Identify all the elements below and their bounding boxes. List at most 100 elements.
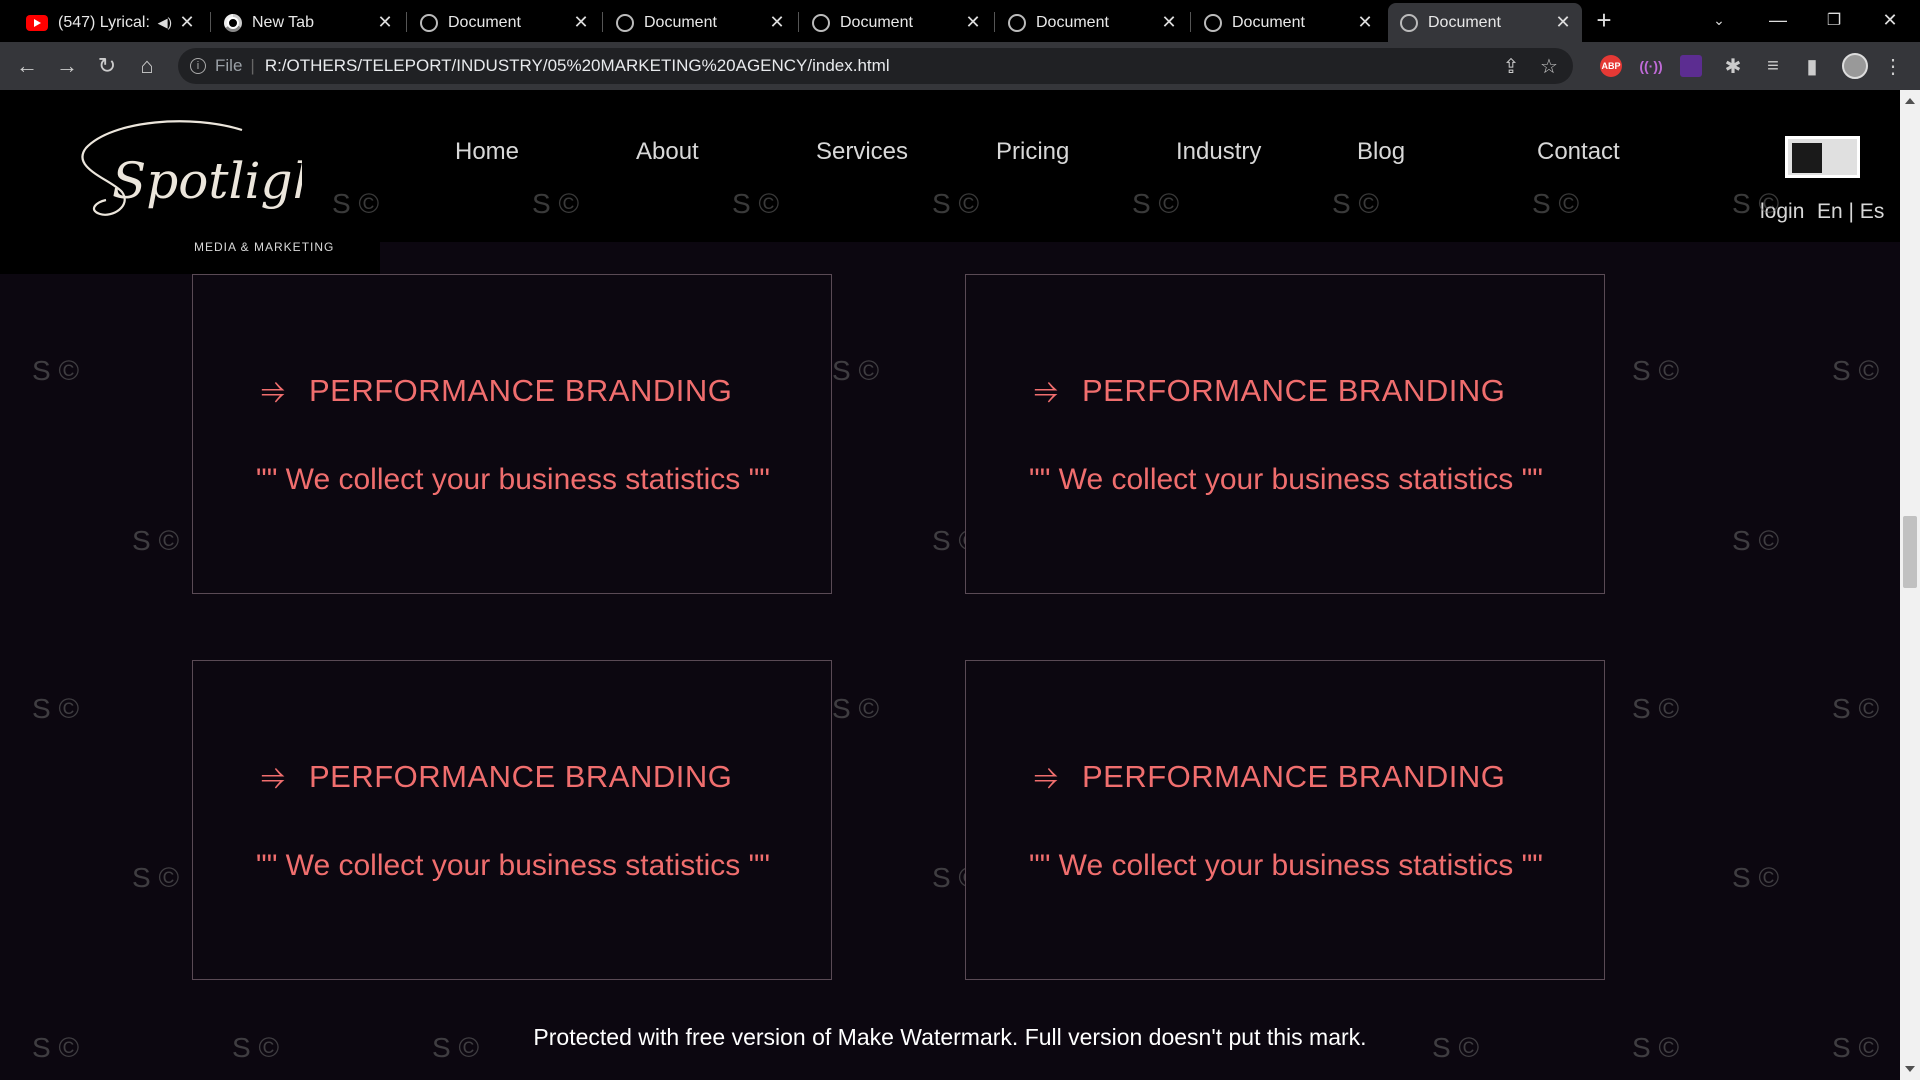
close-window-button[interactable]: ✕ [1862,0,1918,40]
tab-title: New Tab [252,13,314,31]
watermark-mark: S © [1132,188,1180,219]
logo[interactable]: Spotlight MEDIA & MARKETING [0,90,380,274]
theme-toggle[interactable] [1785,136,1860,178]
nav-home[interactable]: Home [455,138,519,166]
watermark-mark: S © [1832,693,1880,724]
globe-icon [616,13,634,32]
service-card: ⥤ PERFORMANCE BRANDING "" We collect you… [965,274,1605,594]
tab-separator [1190,12,1191,32]
chrome-icon [224,13,242,32]
scroll-down-arrow-icon[interactable] [1905,1066,1915,1072]
close-icon[interactable]: ✕ [768,12,786,33]
language-switcher[interactable]: En | Es [1817,200,1884,224]
watermark-mark: S © [1532,188,1580,219]
close-icon[interactable]: ✕ [1160,12,1178,33]
watermark-mark: S © [832,693,880,724]
site-header: Spotlight MEDIA & MARKETING Home About S… [0,90,1900,274]
card-title-row: ⥤ PERFORMANCE BRANDING [1034,373,1505,409]
nav-about[interactable]: About [636,138,699,166]
browser-toolbar: ← → ↻ ⌂ i File | R:/OTHERS/TELEPORT/INDU… [0,42,1920,90]
watermark-mark: S © [1832,355,1880,386]
watermark-mark: S © [32,355,80,386]
tab-document[interactable]: Document ✕ [800,3,992,42]
url-text[interactable]: R:/OTHERS/TELEPORT/INDUSTRY/05%20MARKETI… [265,56,890,76]
scroll-up-arrow-icon[interactable] [1905,98,1915,104]
nav-pricing[interactable]: Pricing [996,138,1069,166]
share-icon[interactable]: ⇪ [1496,50,1526,82]
forward-arrow-icon[interactable]: → [51,50,83,82]
tab-youtube[interactable]: (547) Lyrical: T ◀︎) ✕ [14,3,206,42]
watermark-mark: S © [532,188,580,219]
address-bar[interactable]: i File | R:/OTHERS/TELEPORT/INDUSTRY/05%… [178,48,1573,84]
adblock-plus-icon[interactable]: ABP [1600,55,1622,77]
card-title-row: ⥤ PERFORMANCE BRANDING [261,373,732,409]
page-scrollbar[interactable] [1900,90,1920,1080]
globe-icon [1204,13,1222,32]
tab-document[interactable]: Document ✕ [408,3,600,42]
reload-icon[interactable]: ↻ [91,50,123,82]
tab-separator [602,12,603,32]
close-icon[interactable]: ✕ [178,12,196,33]
card-title: PERFORMANCE BRANDING [309,373,733,408]
close-icon[interactable]: ✕ [376,12,394,33]
watermark-mark: S © [832,355,880,386]
arrow-icon: ⥤ [261,760,285,793]
tab-title: Document [840,13,913,31]
nav-services[interactable]: Services [816,138,908,166]
adblock-label: ABP [1601,61,1621,71]
close-icon[interactable]: ✕ [1554,12,1572,33]
arrow-icon: ⥤ [1034,760,1058,793]
restore-button[interactable]: ❐ [1806,0,1862,40]
close-icon[interactable]: ✕ [964,12,982,33]
logo-wordmark: Spotlight [112,152,302,210]
card-text: "" We collect your business statistics "… [256,463,770,496]
card-text: "" We collect your business statistics "… [1029,463,1543,496]
purple-extension-icon[interactable] [1680,55,1702,77]
home-icon[interactable]: ⌂ [131,50,163,82]
close-icon[interactable]: ✕ [572,12,590,33]
web-page: S © S © S © S © S © S © S © S © S © S © … [0,90,1900,1080]
extensions-puzzle-icon[interactable]: ✱ [1718,50,1748,82]
tab-document[interactable]: Document ✕ [604,3,796,42]
nav-industry[interactable]: Industry [1176,138,1261,166]
tab-document[interactable]: Document ✕ [1192,3,1384,42]
new-tab-button[interactable]: + [1584,0,1624,40]
card-title: PERFORMANCE BRANDING [1082,373,1506,408]
side-panel-icon[interactable]: ▮ [1797,50,1827,82]
watermark-mark: S © [332,188,380,219]
info-icon[interactable]: i [190,58,206,74]
watermark-mark: S © [732,188,780,219]
watermark-mark: S © [132,525,180,556]
watermark-mark: S © [1732,525,1780,556]
card-title: PERFORMANCE BRANDING [309,759,733,794]
speaker-icon[interactable]: ◀︎) [158,15,172,31]
tab-new-tab[interactable]: New Tab ✕ [212,3,404,42]
url-divider: | [250,56,255,75]
media-queue-icon[interactable]: ≡ [1758,50,1788,82]
tab-title: Document [644,13,717,31]
back-arrow-icon[interactable]: ← [11,50,43,82]
close-icon[interactable]: ✕ [1356,12,1374,33]
minimize-button[interactable]: — [1750,0,1806,40]
kebab-menu-icon[interactable]: ⋮ [1878,50,1908,82]
tab-separator [798,12,799,32]
bookmark-star-icon[interactable]: ☆ [1534,50,1564,82]
youtube-icon [26,14,48,31]
watermark-mark: S © [1732,862,1780,893]
nav-blog[interactable]: Blog [1357,138,1405,166]
watermark-mark: S © [932,188,980,219]
card-title: PERFORMANCE BRANDING [1082,759,1506,794]
card-text: "" We collect your business statistics "… [256,849,770,882]
tab-title: Document [1232,13,1305,31]
scroll-thumb[interactable] [1903,516,1917,588]
nav-contact[interactable]: Contact [1537,138,1620,166]
tab-document[interactable]: Document ✕ [996,3,1188,42]
watermark-mark: S © [1632,693,1680,724]
profile-avatar[interactable] [1842,53,1868,79]
arrow-icon: ⥤ [261,374,285,407]
tab-separator [406,12,407,32]
watermark-mark: S © [32,693,80,724]
broadcast-extension-icon[interactable]: ((·)) [1639,55,1662,77]
tab-search-chevron-icon[interactable]: ⌄ [1694,0,1744,40]
tab-document-active[interactable]: Document ✕ [1388,3,1582,42]
